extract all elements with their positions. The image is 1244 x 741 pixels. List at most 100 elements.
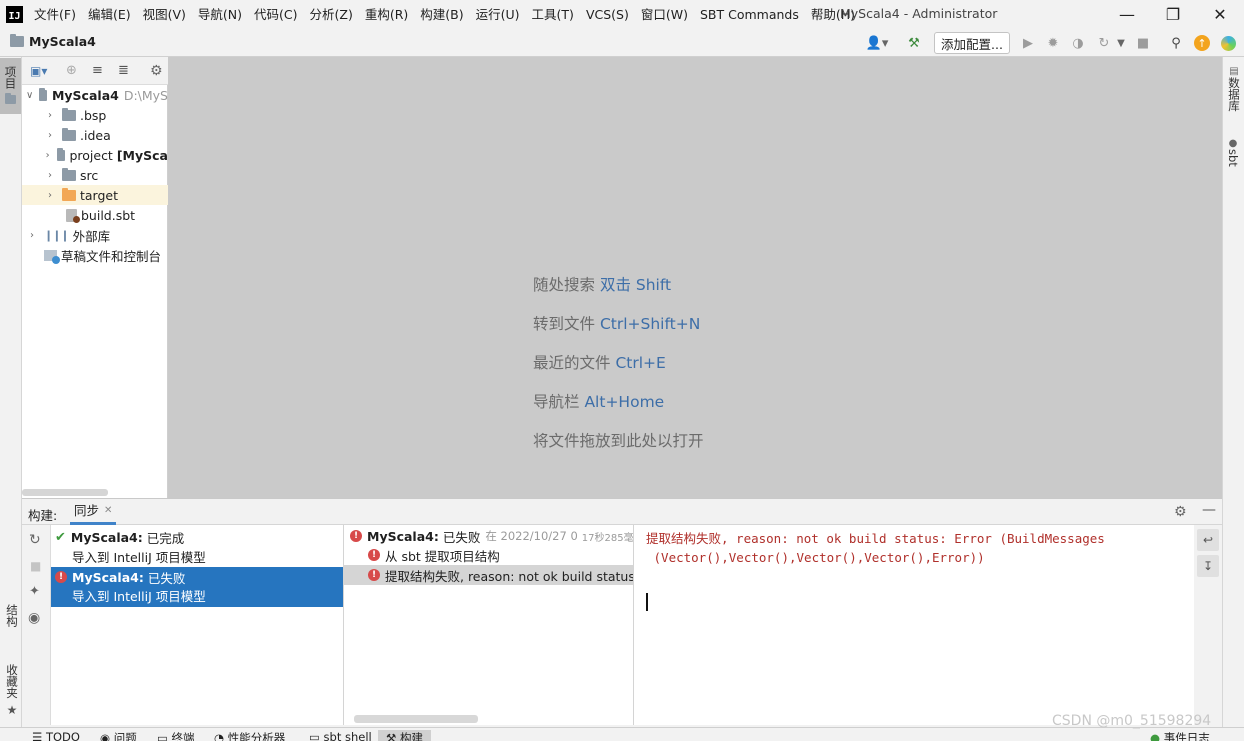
close-window-button[interactable]: ✕ bbox=[1197, 0, 1243, 28]
soft-wrap-icon[interactable]: ↩ bbox=[1197, 529, 1219, 551]
update-icon[interactable]: ↑ bbox=[1192, 33, 1212, 53]
profile-icon[interactable]: ↻ bbox=[1094, 33, 1114, 53]
project-tool-button[interactable]: 项目 bbox=[0, 58, 21, 114]
detail-row-extract[interactable]: ! 从 sbt 提取项目结构 bbox=[344, 545, 633, 565]
refresh-icon[interactable]: ↻ bbox=[29, 532, 41, 548]
menu-code[interactable]: 代码(C) bbox=[254, 0, 303, 29]
tree-item[interactable]: › src bbox=[22, 165, 168, 185]
horizontal-scrollbar[interactable] bbox=[354, 715, 478, 723]
restore-button[interactable]: ❐ bbox=[1150, 0, 1196, 28]
horizontal-scrollbar[interactable] bbox=[22, 489, 108, 496]
minimize-button[interactable]: — bbox=[1104, 0, 1150, 28]
status-tab-build[interactable]: ⚒ 构建 bbox=[378, 730, 431, 741]
pin-icon[interactable]: ✦ bbox=[29, 584, 40, 599]
status-tab-sbt-shell[interactable]: ▭ sbt shell bbox=[309, 730, 372, 741]
build-toolbar: ↻ ■ ✦ ◉ bbox=[22, 525, 51, 725]
gear-icon[interactable]: ⚙ bbox=[150, 63, 163, 79]
expand-all-icon[interactable]: ≡ bbox=[92, 63, 103, 78]
menu-window[interactable]: 窗口(W) bbox=[641, 0, 694, 29]
collapse-all-icon[interactable]: ≣ bbox=[118, 63, 129, 78]
status-tab-event-log[interactable]: ● 事件日志 bbox=[1150, 730, 1210, 741]
hide-panel-icon[interactable]: — bbox=[1202, 502, 1216, 518]
menu-build[interactable]: 构建(B) bbox=[420, 0, 469, 29]
chevron-right-icon[interactable]: › bbox=[44, 130, 56, 141]
search-icon[interactable]: ⚲ bbox=[1166, 33, 1186, 53]
build-console[interactable]: 提取结构失败, reason: not ok build status: Err… bbox=[634, 525, 1194, 725]
tree-scratches[interactable]: 草稿文件和控制台 bbox=[22, 245, 168, 265]
menu-analyze[interactable]: 分析(Z) bbox=[310, 0, 359, 29]
status-tab-problems[interactable]: ◉ 问题 bbox=[100, 730, 137, 741]
project-tool-label: 项目 bbox=[3, 66, 18, 89]
tree-external-libraries[interactable]: › ❙❙❙ 外部库 bbox=[22, 225, 168, 245]
menu-edit[interactable]: 编辑(E) bbox=[88, 0, 137, 29]
hint-shortcut: Alt+Home bbox=[584, 393, 665, 411]
detail-header-row[interactable]: ! MyScala4: 已失败 在 2022/10/27 0 17秒285毫秒 bbox=[344, 526, 633, 546]
error-icon: ! bbox=[350, 530, 362, 542]
hint-text: 转到文件 bbox=[533, 315, 596, 333]
stop-icon[interactable]: ■ bbox=[30, 559, 41, 573]
locate-file-icon[interactable]: ⊕ bbox=[66, 63, 77, 78]
sbt-icon: ● bbox=[1228, 138, 1238, 149]
breadcrumb-project[interactable]: MyScala4 bbox=[29, 34, 96, 49]
detail-row-text: 提取结构失败, reason: not ok build status: E bbox=[385, 568, 633, 584]
build-hammer-icon[interactable]: ⚒ bbox=[904, 33, 924, 53]
detail-row-error[interactable]: ! 提取结构失败, reason: not ok build status: E bbox=[344, 565, 633, 585]
build-tree-row-success[interactable]: ✔ MyScala4: 已完成 bbox=[51, 527, 343, 547]
hint-text: 最近的文件 bbox=[533, 354, 611, 372]
eye-icon[interactable]: ◉ bbox=[28, 610, 40, 626]
chevron-down-icon[interactable]: ∨ bbox=[26, 90, 33, 101]
menu-view[interactable]: 视图(V) bbox=[143, 0, 192, 29]
plugin-logo-icon[interactable] bbox=[1218, 33, 1238, 53]
stop-icon[interactable]: ■ bbox=[1133, 33, 1153, 53]
menu-file[interactable]: 文件(F) bbox=[34, 0, 82, 29]
tree-item[interactable]: › project [MySca bbox=[22, 145, 168, 165]
view-selector-icon[interactable]: ▣▾ bbox=[30, 64, 47, 78]
favorites-tool-button[interactable]: 收藏夹 ★ bbox=[4, 664, 20, 717]
debug-icon[interactable]: ✹ bbox=[1043, 33, 1063, 53]
editor-empty-area[interactable]: 随处搜索 双击 Shift 转到文件 Ctrl+Shift+N 最近的文件 Ct… bbox=[168, 57, 1222, 498]
menu-sbt-commands[interactable]: SBT Commands bbox=[700, 0, 805, 29]
user-icon[interactable]: 👤▾ bbox=[864, 33, 890, 53]
menu-refactor[interactable]: 重构(R) bbox=[365, 0, 414, 29]
database-tool-button[interactable]: ▤ 数据库 bbox=[1226, 66, 1242, 112]
build-tree-row-success-detail[interactable]: 导入到 IntelliJ 项目模型 bbox=[51, 546, 343, 566]
tree-item[interactable]: build.sbt bbox=[22, 205, 168, 225]
chevron-right-icon[interactable]: › bbox=[44, 170, 56, 181]
status-tab-profiler[interactable]: ◔ 性能分析器 bbox=[214, 730, 285, 741]
build-tree-row-failed[interactable]: ! MyScala4: 已失败 导入到 IntelliJ 项目模型 bbox=[51, 567, 343, 607]
build-project: MyScala4: bbox=[72, 569, 144, 585]
tree-item[interactable]: › .idea bbox=[22, 125, 168, 145]
tab-label: 同步 bbox=[74, 503, 100, 518]
tab-sync[interactable]: 同步 ✕ bbox=[70, 498, 117, 525]
status-tab-terminal[interactable]: ▭ 终端 bbox=[157, 730, 195, 741]
tree-item-label: project bbox=[69, 147, 113, 163]
tree-root[interactable]: ∨ MyScala4 D:\MyS bbox=[22, 85, 168, 105]
gear-icon[interactable]: ⚙ bbox=[1174, 504, 1187, 520]
error-icon: ! bbox=[368, 569, 380, 581]
chevron-right-icon[interactable]: › bbox=[26, 230, 38, 241]
chevron-right-icon[interactable]: › bbox=[44, 150, 51, 161]
tree-item[interactable]: › .bsp bbox=[22, 105, 168, 125]
error-icon: ! bbox=[55, 571, 67, 583]
menu-tools[interactable]: 工具(T) bbox=[532, 0, 580, 29]
tree-item[interactable]: › target bbox=[22, 185, 168, 205]
more-run-options-icon[interactable]: ▼ bbox=[1114, 33, 1128, 53]
chevron-right-icon[interactable]: › bbox=[44, 110, 56, 121]
add-configuration-button[interactable]: 添加配置... bbox=[934, 32, 1010, 54]
breadcrumb[interactable]: MyScala4 bbox=[10, 34, 96, 49]
build-subtask: 导入到 IntelliJ 项目模型 bbox=[72, 589, 206, 604]
menu-navigate[interactable]: 导航(N) bbox=[198, 0, 248, 29]
structure-tool-button[interactable]: 结构 bbox=[4, 604, 20, 627]
menu-vcs[interactable]: VCS(S) bbox=[586, 0, 635, 29]
status-tab-todo[interactable]: ☰ TODO bbox=[32, 730, 80, 741]
coverage-icon[interactable]: ◑ bbox=[1068, 33, 1088, 53]
scroll-to-end-icon[interactable]: ↧ bbox=[1197, 555, 1219, 577]
chevron-right-icon[interactable]: › bbox=[44, 190, 56, 201]
run-icon[interactable]: ▶ bbox=[1018, 33, 1038, 53]
close-icon[interactable]: ✕ bbox=[104, 498, 112, 523]
list-icon: ☰ bbox=[32, 730, 46, 741]
menu-run[interactable]: 运行(U) bbox=[476, 0, 526, 29]
sbt-tool-button[interactable]: ● sbt bbox=[1226, 138, 1240, 167]
database-icon: ▤ bbox=[1229, 66, 1239, 77]
tree-item-label: 草稿文件和控制台 bbox=[61, 248, 162, 264]
